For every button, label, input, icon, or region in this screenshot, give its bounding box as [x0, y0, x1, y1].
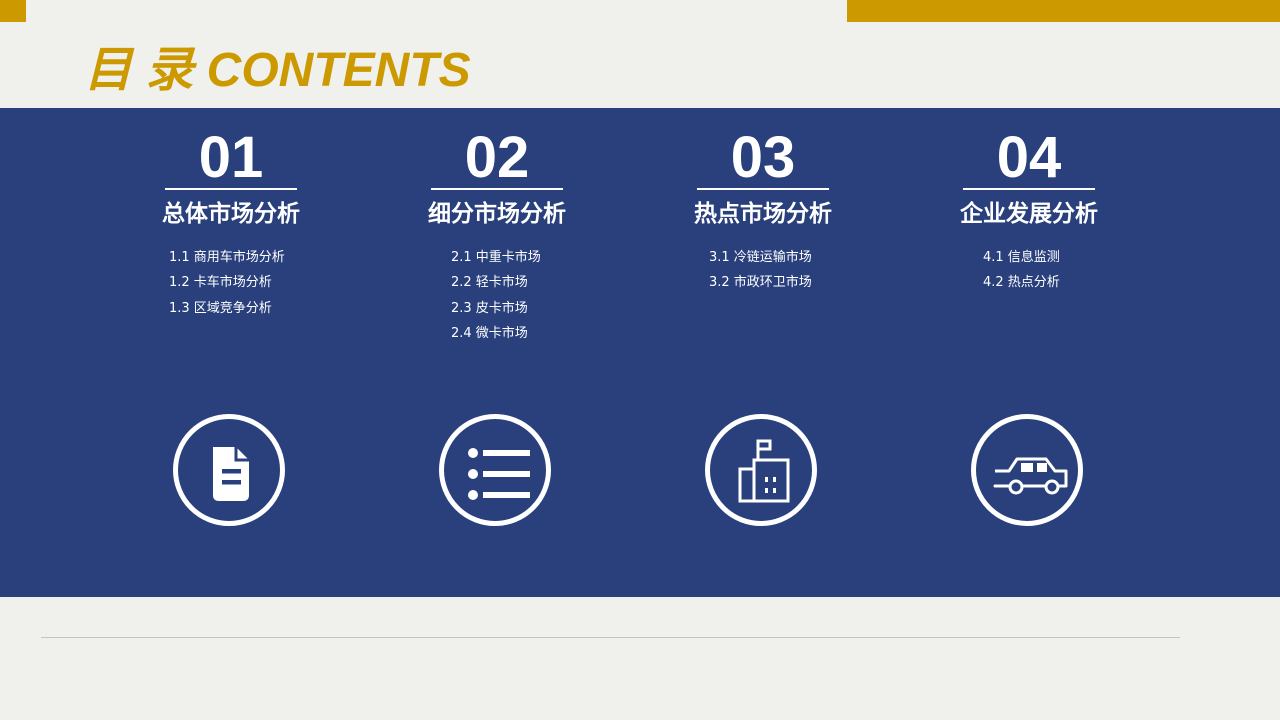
- list-item: 2.1 中重卡市场: [451, 250, 541, 265]
- section-underline: [431, 188, 563, 190]
- list-item: 2.2 轻卡市场: [451, 275, 528, 291]
- section-item-list: 3.1 冷链运输市场 3.2 市政环卫市场: [709, 245, 812, 296]
- top-accent-bar-right: [847, 0, 1280, 22]
- list-item: 2.3 皮卡市场: [451, 300, 528, 316]
- list-item: 1.3 区域竞争分析: [169, 300, 272, 316]
- section-item-list: 2.1 中重卡市场 2.2 轻卡市场 2.3 皮卡市场 2.4 微卡市场: [451, 245, 541, 346]
- list-icon: [439, 414, 551, 526]
- contents-band: 01 总体市场分析 1.1 商用车市场分析 1.2 卡车市场分析 1.3 区域竞…: [0, 108, 1280, 597]
- footer-divider: [41, 637, 1180, 638]
- section-heading: 企业发展分析: [960, 201, 1098, 227]
- section-item-list: 4.1 信息监测 4.2 热点分析: [983, 245, 1060, 296]
- section-heading: 细分市场分析: [428, 201, 566, 227]
- document-icon: [173, 414, 285, 526]
- list-item: 1.2 卡车市场分析: [169, 275, 272, 291]
- section-heading: 热点市场分析: [694, 201, 832, 227]
- list-item: 4.2 热点分析: [983, 275, 1060, 291]
- list-item: 3.2 市政环卫市场: [709, 275, 812, 291]
- list-item: 4.1 信息监测: [983, 250, 1060, 265]
- section-number: 04: [996, 125, 1062, 190]
- list-item: 1.1 商用车市场分析: [169, 250, 285, 265]
- section-number: 01: [198, 125, 264, 190]
- page-title: 目 录 CONTENTS: [84, 44, 471, 97]
- section-number: 02: [464, 125, 530, 190]
- section-underline: [697, 188, 829, 190]
- section-item-list: 1.1 商用车市场分析 1.2 卡车市场分析 1.3 区域竞争分析: [169, 245, 285, 321]
- section-heading: 总体市场分析: [162, 201, 300, 227]
- section-number: 03: [730, 125, 796, 190]
- top-accent-bar-left: [0, 0, 26, 22]
- building-icon: [705, 414, 817, 526]
- list-item: 3.1 冷链运输市场: [709, 250, 812, 265]
- section-underline: [963, 188, 1095, 190]
- section-underline: [165, 188, 297, 190]
- list-item: 2.4 微卡市场: [451, 325, 528, 341]
- car-icon: [971, 414, 1083, 526]
